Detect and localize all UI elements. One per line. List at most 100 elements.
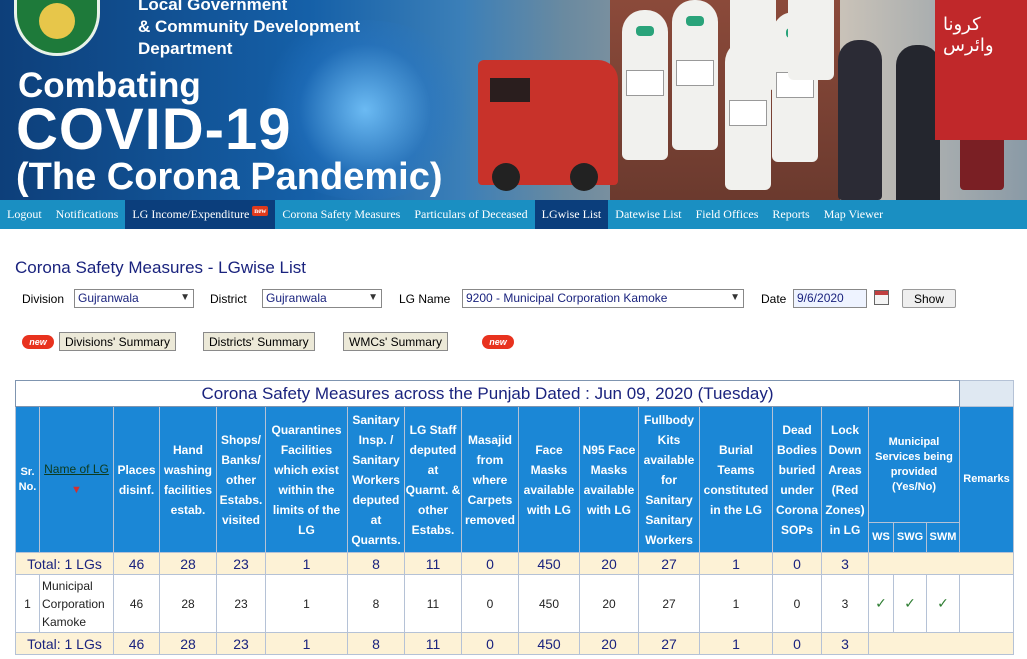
header-municipal: Municipal Services being provided (Yes/N… bbox=[868, 406, 960, 523]
nav-logout[interactable]: Logout bbox=[0, 200, 49, 229]
row-cell: 28 bbox=[159, 574, 217, 633]
districts-summary-button[interactable]: Districts' Summary bbox=[203, 332, 315, 351]
header-lockdown: Lock Down Areas (Red Zones) in LG bbox=[821, 406, 869, 553]
header-face-masks: Face Masks available with LG bbox=[518, 406, 580, 553]
nav-label: Notifications bbox=[55, 207, 119, 221]
nav-label: Map Viewer bbox=[823, 207, 884, 221]
total-row: Total: 1 LGs 46 28 23 1 8 11 0 450 20 27… bbox=[15, 552, 1014, 575]
row-cell: 11 bbox=[404, 574, 462, 633]
total-cell: 1 bbox=[699, 552, 773, 575]
total-cell: 8 bbox=[347, 632, 405, 655]
lgwise-table: Corona Safety Measures across the Punjab… bbox=[15, 380, 1014, 655]
total-cell: 46 bbox=[113, 552, 160, 575]
check-icon: ✓ bbox=[893, 574, 927, 633]
calendar-icon[interactable] bbox=[874, 290, 889, 305]
page: کرونا وائرس Local Government & Community… bbox=[0, 0, 1027, 659]
row-cell: 20 bbox=[579, 574, 639, 633]
row-cell: 0 bbox=[772, 574, 822, 633]
chevron-down-icon: ▼ bbox=[180, 292, 190, 303]
total-cell: 20 bbox=[579, 552, 639, 575]
total-label: Total: 1 LGs bbox=[15, 632, 114, 655]
total-empty bbox=[868, 552, 1014, 575]
district-value: Gujranwala bbox=[266, 291, 327, 305]
district-label: District bbox=[210, 292, 247, 306]
district-select[interactable]: Gujranwala ▼ bbox=[262, 289, 382, 308]
division-select[interactable]: Gujranwala ▼ bbox=[74, 289, 194, 308]
row-cell: 450 bbox=[518, 574, 580, 633]
nav-field-offices[interactable]: Field Offices bbox=[689, 200, 766, 229]
new-badge-icon: new bbox=[22, 335, 54, 349]
total-cell: 27 bbox=[638, 552, 700, 575]
date-value: 9/6/2020 bbox=[797, 291, 844, 305]
divisions-summary-button[interactable]: Divisions' Summary bbox=[59, 332, 176, 351]
lg-name-value: 9200 - Municipal Corporation Kamoke bbox=[466, 291, 668, 305]
department-name: Local Government & Community Development… bbox=[138, 0, 360, 60]
header-fullbody: Fullbody Kits available for Sanitary San… bbox=[638, 406, 700, 553]
table-row[interactable]: 1 Municipal Corporation Kamoke 46 28 23 … bbox=[15, 574, 1014, 633]
total-cell: 46 bbox=[113, 632, 160, 655]
total-cell: 27 bbox=[638, 632, 700, 655]
division-value: Gujranwala bbox=[78, 291, 139, 305]
row-lg-name: Municipal Corporation Kamoke bbox=[39, 574, 114, 633]
total-cell: 28 bbox=[159, 632, 217, 655]
show-button[interactable]: Show bbox=[902, 289, 956, 308]
chevron-down-icon: ▼ bbox=[368, 292, 378, 303]
total-cell: 23 bbox=[216, 632, 266, 655]
header-quarantines: Quarantines Facilities which exist withi… bbox=[265, 406, 348, 553]
nav-corona-safety-measures[interactable]: Corona Safety Measures bbox=[275, 200, 407, 229]
total-cell: 0 bbox=[461, 552, 519, 575]
lg-name-select[interactable]: 9200 - Municipal Corporation Kamoke ▼ bbox=[462, 289, 744, 308]
header-name[interactable]: Name of LG ▼ bbox=[39, 406, 114, 553]
wmcs-summary-button[interactable]: WMCs' Summary bbox=[343, 332, 448, 351]
total-cell: 8 bbox=[347, 552, 405, 575]
sort-link: Name of LG bbox=[44, 462, 109, 476]
nav-label: LG Income/Expenditure bbox=[132, 207, 250, 221]
punjab-logo bbox=[14, 0, 100, 56]
new-badge: new bbox=[252, 205, 269, 216]
nav-map-viewer[interactable]: Map Viewer bbox=[817, 200, 890, 229]
total-row: Total: 1 LGs 46 28 23 1 8 11 0 450 20 27… bbox=[15, 632, 1014, 655]
row-sr: 1 bbox=[15, 574, 40, 633]
total-cell: 28 bbox=[159, 552, 217, 575]
header-places: Places disinf. bbox=[113, 406, 160, 553]
header-burial: Burial Teams constituted in the LG bbox=[699, 406, 773, 553]
total-cell: 3 bbox=[821, 632, 869, 655]
header-sanitary: Sanitary Insp. / Sanitary Workers depute… bbox=[347, 406, 405, 553]
banner-title-pandemic: (The Corona Pandemic) bbox=[16, 156, 443, 198]
row-cell: 3 bbox=[821, 574, 869, 633]
banner-title-covid: COVID-19 bbox=[16, 97, 292, 162]
row-cell: 23 bbox=[216, 574, 266, 633]
total-cell: 1 bbox=[265, 552, 348, 575]
header-swg: SWG bbox=[893, 522, 927, 553]
page-title: Corona Safety Measures - LGwise List bbox=[15, 258, 307, 277]
nav-lg-income-expenditure[interactable]: LG Income/Expenditure new bbox=[125, 200, 276, 229]
nav-label: Corona Safety Measures bbox=[282, 207, 401, 221]
nav-lgwise-list[interactable]: LGwise List bbox=[534, 200, 609, 229]
nav-datewise-list[interactable]: Datewise List bbox=[608, 200, 688, 229]
fire-truck-graphic bbox=[478, 60, 618, 191]
nav-notifications[interactable]: Notifications bbox=[49, 200, 126, 229]
nav-label: Field Offices bbox=[695, 207, 759, 221]
sort-desc-icon: ▼ bbox=[71, 484, 82, 496]
total-cell: 20 bbox=[579, 632, 639, 655]
date-input[interactable]: 9/6/2020 bbox=[793, 289, 867, 308]
header-sr: Sr. No. bbox=[15, 406, 40, 553]
nav-particulars-of-deceased[interactable]: Particulars of Deceased bbox=[407, 200, 534, 229]
header-hand-washing: Hand washing facilities estab. bbox=[159, 406, 217, 553]
nav-label: Datewise List bbox=[615, 207, 682, 221]
total-label: Total: 1 LGs bbox=[15, 552, 114, 575]
total-cell: 1 bbox=[699, 632, 773, 655]
nav-label: Particulars of Deceased bbox=[414, 207, 528, 221]
date-label: Date bbox=[761, 292, 787, 306]
row-cell: 27 bbox=[638, 574, 700, 633]
row-cell: 0 bbox=[461, 574, 519, 633]
row-cell: 1 bbox=[699, 574, 773, 633]
nav-reports[interactable]: Reports bbox=[765, 200, 816, 229]
nav-label: LGwise List bbox=[541, 207, 602, 221]
urdu-banner: کرونا وائرس bbox=[935, 0, 1027, 140]
total-cell: 11 bbox=[404, 632, 462, 655]
check-icon: ✓ bbox=[868, 574, 894, 633]
total-cell: 0 bbox=[772, 552, 822, 575]
chevron-down-icon: ▼ bbox=[730, 292, 740, 303]
header-masajid: Masajid from where Carpets removed bbox=[461, 406, 519, 553]
